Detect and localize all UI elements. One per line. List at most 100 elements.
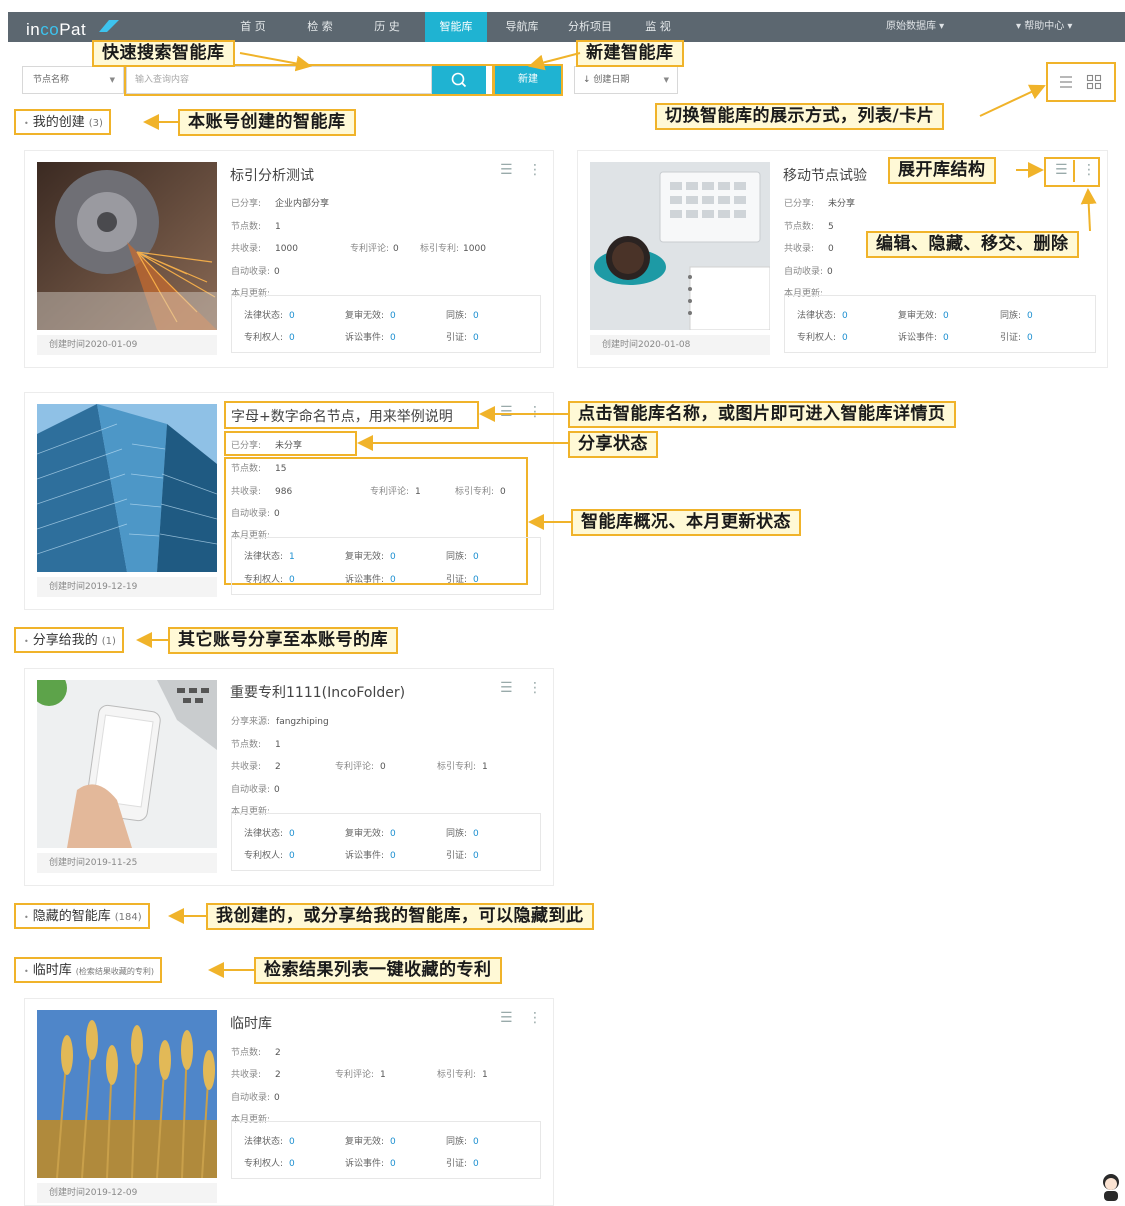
share-status: 已分享: 企业内部分享	[231, 199, 330, 209]
legal-status-update[interactable]: 法律状态: 0	[244, 826, 295, 839]
section-hidden-libraries[interactable]: • 隐藏的智能库 (184)	[14, 903, 150, 929]
lawsuit-update[interactable]: 诉讼事件: 0	[345, 330, 396, 343]
monthly-update-box	[231, 537, 541, 595]
nav-search[interactable]: 检 索	[292, 12, 348, 42]
citation-update[interactable]: 引证: 0	[446, 330, 479, 343]
family-update[interactable]: 同族: 0	[446, 308, 479, 321]
section-title: 隐藏的智能库	[32, 909, 111, 924]
reexam-update[interactable]: 复审无效: 0	[898, 308, 949, 321]
owner-update[interactable]: 专利权人: 0	[797, 330, 848, 343]
nav-navigation-library[interactable]: 导航库	[494, 12, 550, 42]
expand-structure-icon[interactable]: ☰	[500, 1010, 513, 1026]
reexam-update[interactable]: 复审无效: 0	[345, 1134, 396, 1147]
library-title-link[interactable]: 重要专利1111(IncoFolder)	[230, 682, 405, 702]
search-field-select[interactable]: 节点名称 ▼	[22, 66, 124, 94]
annotation-temp-library: 检索结果列表一键收藏的专利	[254, 957, 502, 984]
original-database-dropdown[interactable]: 原始数据库 ▾	[886, 12, 944, 42]
bullet-icon: •	[24, 967, 29, 976]
owner-update[interactable]: 专利权人: 0	[244, 1156, 295, 1169]
library-title-link[interactable]: 移动节点试验	[783, 165, 867, 185]
family-update[interactable]: 同族: 0	[1000, 308, 1033, 321]
annotation-quick-search: 快速搜索智能库	[92, 40, 235, 67]
library-thumbnail-desk[interactable]	[590, 162, 770, 330]
help-center-dropdown[interactable]: ▾ 帮助中心 ▾	[1016, 12, 1072, 42]
annotation-my-created: 本账号创建的智能库	[178, 109, 356, 136]
sort-label: ↓ 创建日期	[583, 75, 630, 85]
share-status: 已分享: 未分享	[784, 199, 856, 209]
family-update[interactable]: 同族: 0	[446, 549, 479, 562]
expand-structure-icon[interactable]: ☰	[500, 404, 513, 420]
library-thumbnail-buildings[interactable]	[37, 404, 217, 572]
sort-by-created-date-select[interactable]: ↓ 创建日期 ▼	[574, 66, 678, 94]
library-thumbnail-grinder[interactable]	[37, 162, 217, 330]
owner-update[interactable]: 专利权人: 0	[244, 848, 295, 861]
library-title-link[interactable]: 临时库	[230, 1013, 272, 1033]
nav-analysis-projects[interactable]: 分析项目	[558, 12, 622, 42]
lawsuit-update[interactable]: 诉讼事件: 0	[898, 330, 949, 343]
list-view-icon[interactable]	[1058, 74, 1074, 90]
reexam-update[interactable]: 复审无效: 0	[345, 826, 396, 839]
owner-update[interactable]: 专利权人: 0	[244, 330, 295, 343]
customer-service-avatar-icon[interactable]	[1100, 1172, 1122, 1202]
nav-smart-library[interactable]: 智能库	[425, 12, 487, 42]
lawsuit-update[interactable]: 诉讼事件: 0	[345, 1156, 396, 1169]
library-title-link[interactable]: 标引分析测试	[230, 165, 314, 185]
auto-collected: 自动收录: 0	[231, 509, 280, 519]
annotation-hidden: 我创建的，或分享给我的智能库，可以隐藏到此	[206, 903, 594, 930]
created-date: 创建时间2020-01-08	[590, 335, 770, 355]
section-my-created[interactable]: • 我的创建 (3)	[14, 109, 111, 135]
more-options-icon[interactable]: ⋮	[1082, 162, 1096, 178]
patent-review-count: 专利评论: 1	[370, 487, 421, 497]
legal-status-update[interactable]: 法律状态: 0	[244, 308, 295, 321]
library-thumbnail-wheat[interactable]	[37, 1010, 217, 1178]
lawsuit-update[interactable]: 诉讼事件: 0	[345, 572, 396, 585]
citation-update[interactable]: 引证: 0	[446, 572, 479, 585]
citation-update[interactable]: 引证: 0	[446, 848, 479, 861]
library-thumbnail-phone[interactable]	[37, 680, 217, 848]
legal-status-update[interactable]: 法律状态: 0	[244, 1134, 295, 1147]
more-options-icon[interactable]: ⋮	[528, 1010, 542, 1026]
expand-structure-icon[interactable]: ☰	[1055, 162, 1068, 178]
view-mode-toggle	[1046, 62, 1116, 102]
citation-update[interactable]: 引证: 0	[1000, 330, 1033, 343]
logo-text-co: co	[40, 20, 60, 39]
monthly-update-box	[231, 295, 541, 353]
total-collected: 共收录: 0	[784, 244, 834, 254]
node-count: 节点数: 5	[784, 222, 834, 232]
owner-update[interactable]: 专利权人: 0	[244, 572, 295, 585]
more-options-icon[interactable]: ⋮	[528, 162, 542, 178]
citation-update[interactable]: 引证: 0	[446, 1156, 479, 1169]
incopat-logo[interactable]: incoPat	[26, 20, 86, 40]
share-source: 分享来源: fangzhiping	[231, 717, 329, 727]
family-update[interactable]: 同族: 0	[446, 1134, 479, 1147]
reexam-update[interactable]: 复审无效: 0	[345, 549, 396, 562]
annotation-view-switch: 切换智能库的展示方式，列表/卡片	[655, 103, 945, 130]
total-collected: 共收录: 986	[231, 487, 293, 497]
created-date: 创建时间2019-12-19	[37, 577, 217, 597]
nav-home[interactable]: 首 页	[225, 12, 281, 42]
bullet-icon: •	[24, 913, 29, 922]
expand-structure-icon[interactable]: ☰	[500, 680, 513, 696]
family-update[interactable]: 同族: 0	[446, 826, 479, 839]
section-temporary-library[interactable]: • 临时库 (检索结果收藏的专利)	[14, 957, 162, 983]
section-count: (3)	[88, 118, 103, 129]
logo-wing-icon	[99, 20, 119, 32]
legal-status-update[interactable]: 法律状态: 0	[797, 308, 848, 321]
lawsuit-update[interactable]: 诉讼事件: 0	[345, 848, 396, 861]
card-view-icon[interactable]	[1086, 74, 1102, 90]
reexam-update[interactable]: 复审无效: 0	[345, 308, 396, 321]
nav-monitor[interactable]: 监 视	[630, 12, 686, 42]
section-shared-to-me[interactable]: • 分享给我的 (1)	[14, 627, 124, 653]
auto-collected: 自动收录: 0	[231, 1093, 280, 1103]
chevron-down-icon: ▼	[663, 76, 669, 84]
annotation-overview: 智能库概况、本月更新状态	[571, 509, 801, 536]
more-options-icon[interactable]: ⋮	[528, 404, 542, 420]
more-options-icon[interactable]: ⋮	[528, 680, 542, 696]
library-title-link[interactable]: 字母+数字命名节点，用来举例说明	[231, 406, 453, 426]
auto-collected: 自动收录: 0	[784, 267, 833, 277]
legal-status-update[interactable]: 法律状态: 1	[244, 549, 295, 562]
tagged-patent-count: 标引专利: 1	[437, 762, 488, 772]
nav-history[interactable]: 历 史	[359, 12, 415, 42]
total-collected: 共收录: 2	[231, 762, 281, 772]
expand-structure-icon[interactable]: ☰	[500, 162, 513, 178]
